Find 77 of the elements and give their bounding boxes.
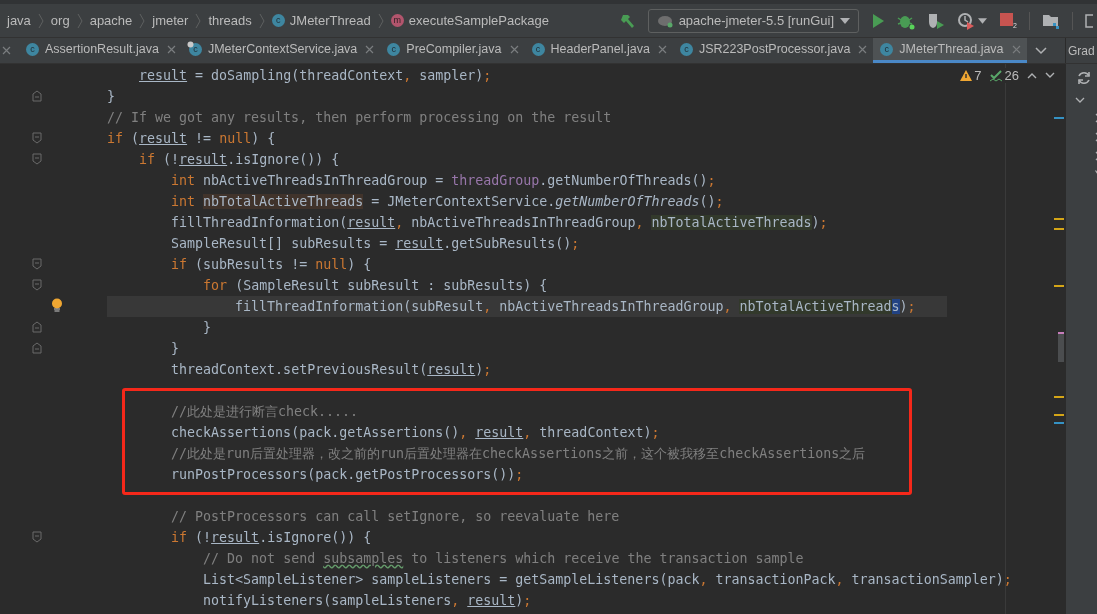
code-line: if (!result.isIgnore()) {	[138, 151, 341, 169]
breadcrumb-item[interactable]: java	[7, 13, 31, 28]
close-icon[interactable]	[1011, 44, 1021, 54]
close-icon[interactable]	[2, 46, 11, 55]
code-line: //此处是run后置处理器，改之前的run后置处理器在checkAssertions之前，这个被我移至checkAssertions之后	[170, 445, 867, 463]
caret-icon	[840, 17, 850, 24]
code-line: }	[107, 88, 116, 106]
scrollbar-thumb[interactable]	[1058, 332, 1064, 362]
fold-icon[interactable]	[32, 90, 42, 102]
caret-icon[interactable]	[978, 17, 987, 24]
refresh-icon[interactable]	[1076, 71, 1091, 85]
breadcrumb-item[interactable]: threads	[208, 13, 252, 28]
close-icon[interactable]	[858, 44, 868, 54]
code-line: int nbTotalActiveThreads = JMeterContextService.getNumberOfThreads();	[170, 193, 725, 211]
shield-run-icon[interactable]	[927, 11, 945, 30]
window-icon[interactable]	[1085, 12, 1093, 29]
typo-count[interactable]: 26	[989, 68, 1019, 83]
chevron-separator-icon	[37, 12, 44, 29]
code-line: if (result != null) {	[107, 130, 277, 148]
breadcrumb-item[interactable]: c JMeterThread	[271, 13, 371, 28]
close-icon[interactable]	[166, 44, 176, 54]
chevron-separator-icon	[76, 12, 83, 29]
code-line: SampleResult[] subResults = result.getSubResults();	[170, 235, 581, 253]
run-configuration-dropdown[interactable]: apache-jmeter-5.5 [runGui]	[647, 8, 859, 33]
fold-icon[interactable]	[32, 342, 42, 354]
code-line: fillThreadInformation(result, nbActiveThreadsInThreadGroup, nbTotalActiveThreads);	[170, 214, 829, 232]
previous-icon[interactable]	[1027, 72, 1037, 79]
editor-tab[interactable]: c HeaderPanel.java	[524, 38, 673, 63]
run-icon[interactable]	[871, 12, 885, 29]
fold-icon[interactable]	[32, 321, 42, 333]
code-line: checkAssertions(pack.getAssertions(), result, threadContext);	[170, 424, 661, 442]
fold-icon[interactable]	[32, 132, 42, 144]
code-line: }	[202, 319, 213, 337]
chevron-separator-icon	[258, 12, 265, 29]
close-icon[interactable]	[509, 44, 519, 54]
code-line: notifyListeners(sampleListeners, result);	[202, 592, 533, 610]
folder-icon[interactable]	[1042, 12, 1060, 29]
fold-icon[interactable]	[32, 153, 42, 165]
code-line: threadContext.setPreviousResult(result);	[170, 361, 493, 379]
chevron-down-icon[interactable]	[1034, 46, 1047, 55]
code-line: for (SampleResult subResult : subResults) {	[202, 277, 549, 295]
close-icon[interactable]	[365, 44, 375, 54]
fold-icon[interactable]	[32, 258, 42, 270]
code-line: result = doSampling(threadContext, sampler);	[138, 67, 493, 85]
code-line: int nbActiveThreadsInThreadGroup = threadGroup.getNumberOfThreads();	[170, 172, 717, 190]
code-line: // PostProcessors can call setIgnore, so reevaluate here	[170, 508, 621, 526]
breadcrumb-item[interactable]: org	[50, 13, 70, 28]
fold-icon[interactable]	[32, 531, 42, 543]
chevron-separator-icon	[195, 12, 202, 29]
warning-count[interactable]: 7	[960, 68, 982, 83]
code-line: // Do not send subsamples to listeners which receive the transaction sample	[202, 550, 805, 568]
code-line: //此处是进行断言check.....	[170, 403, 360, 421]
code-line: runPostProcessors(pack.getPostProcessors());	[170, 466, 525, 484]
editor-tab[interactable]: c JSR223PostProcessor.java	[672, 38, 874, 63]
check-icon	[989, 69, 1003, 82]
editor-tab[interactable]: c JMeterContextService.java	[181, 38, 381, 63]
breadcrumb-item[interactable]: apache	[89, 13, 133, 28]
breadcrumb-item[interactable]: m executeSamplePackage	[390, 13, 549, 28]
code-line: if (!result.isIgnore()) {	[170, 529, 373, 547]
clock-run-icon[interactable]	[957, 11, 975, 30]
editor-tab[interactable]: c AssertionResult.java	[19, 38, 182, 63]
hammer-icon[interactable]	[619, 12, 636, 29]
chevron-separator-icon	[377, 12, 384, 29]
code-line: // If we got any results, then perform processing on the result	[107, 109, 613, 127]
lightbulb-icon[interactable]	[51, 298, 63, 313]
elephant-icon	[656, 13, 673, 28]
breadcrumb-item[interactable]: jmeter	[152, 13, 189, 28]
fold-icon[interactable]	[32, 279, 42, 291]
code-line: if (subResults != null) {	[170, 256, 373, 274]
editor-tab[interactable]: c PreCompiler.java	[380, 38, 525, 63]
code-line: }	[170, 340, 181, 358]
close-icon[interactable]	[657, 44, 667, 54]
editor-tab[interactable]: c JMeterThread.java	[873, 38, 1027, 63]
next-icon[interactable]	[1045, 72, 1055, 79]
chevron-separator-icon	[139, 12, 146, 29]
code-line: List<SampleListener> sampleListeners = getSampleListeners(pack, transactionPack, transactionSampler);	[202, 571, 1012, 589]
panel-title[interactable]: Grad	[1068, 43, 1095, 58]
